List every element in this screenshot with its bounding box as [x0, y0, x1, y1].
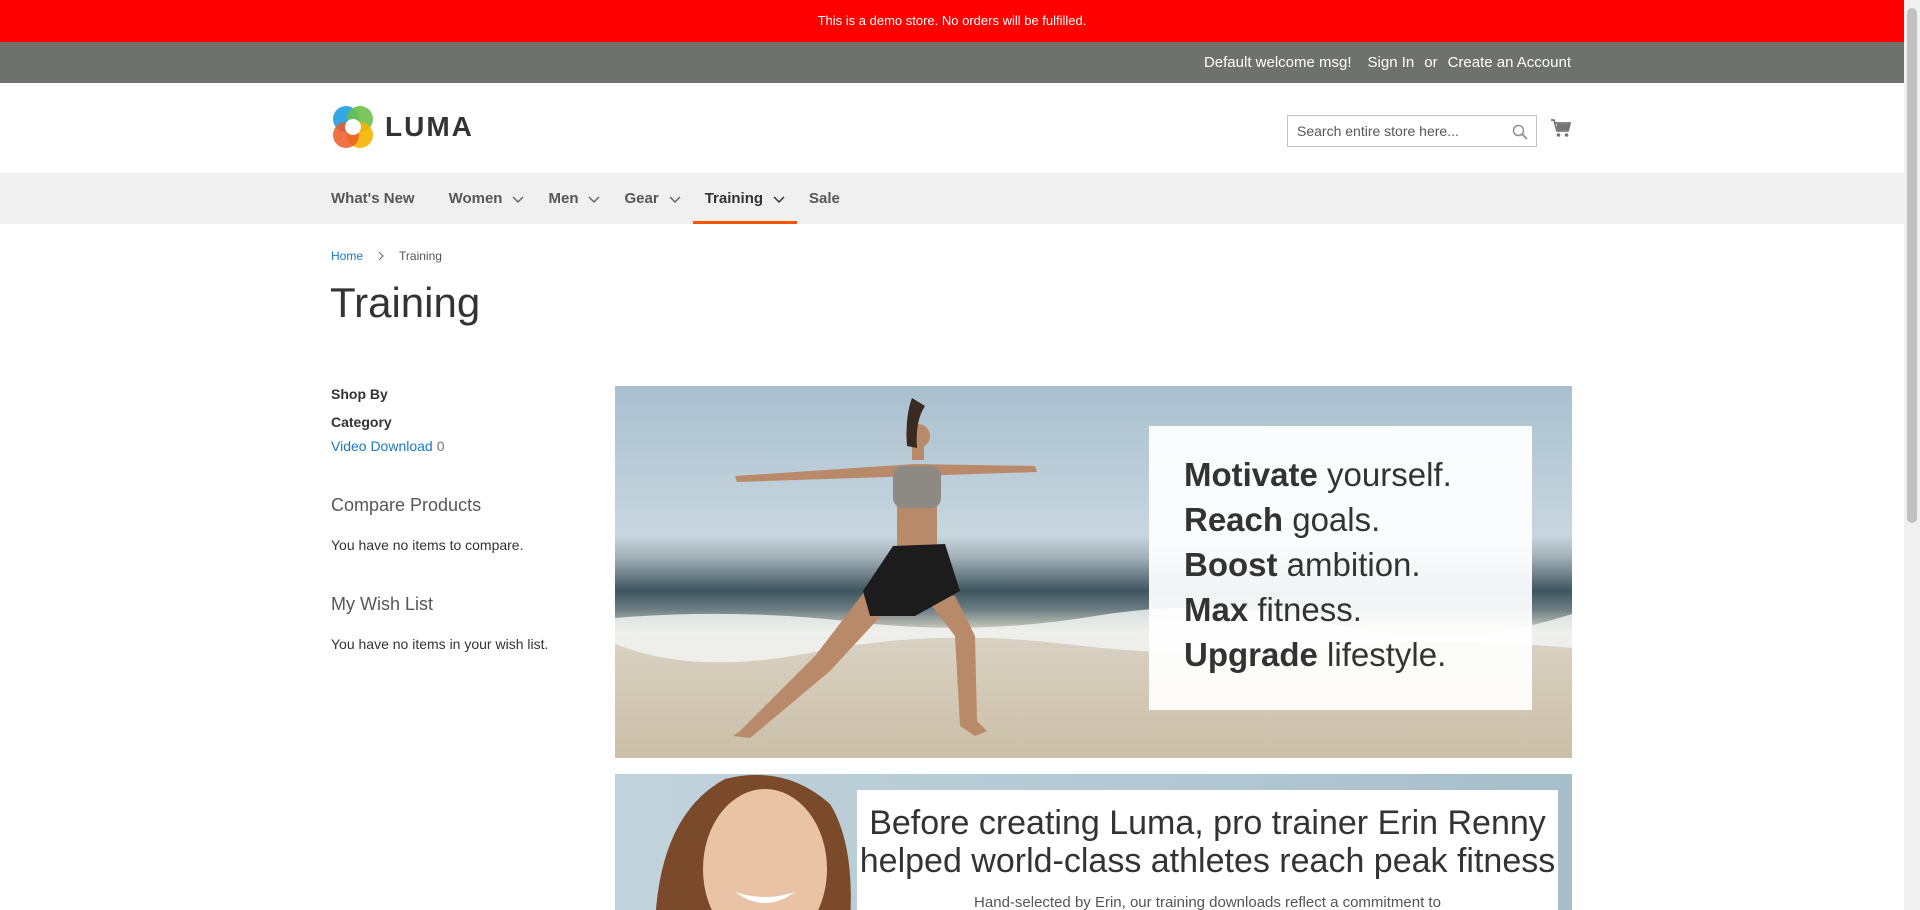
- main-navigation: What's New Women Men Gear Training Sale: [0, 173, 1904, 224]
- site-header: LUMA: [0, 83, 1904, 173]
- create-account-link[interactable]: Create an Account: [1448, 54, 1571, 71]
- chevron-down-icon: [588, 195, 601, 203]
- nav-item-gear[interactable]: Gear: [612, 173, 692, 224]
- compare-products-title: Compare Products: [331, 495, 482, 515]
- nav-item-label: Women: [448, 190, 503, 207]
- chevron-down-icon: [669, 195, 681, 203]
- sidebar: Shop By Category Video Download 0 Compare…: [331, 386, 581, 652]
- scrollbar-thumb[interactable]: [1907, 8, 1917, 523]
- page-scrollbar[interactable]: [1904, 0, 1920, 910]
- page-title: Training: [330, 279, 481, 326]
- nav-item-label: Training: [704, 190, 764, 207]
- breadcrumb-home-link[interactable]: Home: [331, 249, 363, 263]
- promo-text-box: Before creating Luma, pro trainer Erin R…: [857, 790, 1558, 910]
- search-input[interactable]: [1288, 116, 1536, 146]
- shop-by-heading: Shop By: [331, 386, 388, 402]
- filter-item-count: 0: [436, 438, 445, 454]
- welcome-message: Default welcome msg!: [1203, 54, 1352, 71]
- or-separator: or: [1424, 54, 1438, 71]
- cart-icon[interactable]: [1550, 117, 1572, 139]
- promo-headline: Before creating Luma, pro trainer Erin R…: [869, 804, 1546, 842]
- demo-notice-bar: This is a demo store. No orders will be …: [0, 0, 1904, 42]
- demo-notice-text: This is a demo store. No orders will be …: [817, 13, 1087, 28]
- store-logo[interactable]: LUMA: [331, 104, 474, 150]
- luma-logo-icon: [333, 106, 373, 148]
- promo-headline: helped world-class athletes reach peak f…: [859, 842, 1556, 880]
- trainer-promo-banner[interactable]: Before creating Luma, pro trainer Erin R…: [615, 774, 1572, 910]
- hero-line: Boost ambition.: [1184, 546, 1421, 583]
- breadcrumb: Home Training: [331, 249, 442, 263]
- nav-item-label: Sale: [809, 190, 840, 207]
- trainer-portrait-image: [655, 774, 851, 910]
- wishlist-title: My Wish List: [331, 594, 434, 614]
- logo-text: LUMA: [385, 111, 474, 142]
- promo-subtext: Hand-selected by Erin, our training down…: [974, 894, 1441, 910]
- hero-line: Max fitness.: [1184, 591, 1362, 628]
- wishlist-empty: You have no items in your wish list.: [331, 636, 549, 652]
- filter-item-label: Video Download: [331, 438, 433, 454]
- panel-header: Default welcome msg! Sign In or Create a…: [0, 42, 1904, 83]
- compare-products-empty: You have no items to compare.: [331, 537, 524, 553]
- nav-item-label: Men: [548, 190, 579, 207]
- nav-item-men[interactable]: Men: [536, 173, 612, 224]
- nav-item-whats-new[interactable]: What's New: [331, 173, 427, 224]
- chevron-right-icon: [378, 251, 384, 261]
- hero-line: Reach goals.: [1184, 501, 1381, 538]
- search-box: [1287, 115, 1537, 147]
- search-icon[interactable]: [1512, 124, 1528, 140]
- filter-item-video-download[interactable]: Video Download 0: [331, 438, 581, 454]
- hero-banner[interactable]: Motivate yourself. Reach goals. Boost am…: [615, 386, 1572, 758]
- nav-item-label: Gear: [624, 190, 659, 207]
- filter-category-title[interactable]: Category: [331, 414, 581, 430]
- sign-in-link[interactable]: Sign In: [1368, 54, 1415, 71]
- chevron-down-icon: [773, 195, 785, 203]
- header-links: Default welcome msg! Sign In or Create a…: [1194, 42, 1571, 83]
- hero-tagline-box: Motivate yourself. Reach goals. Boost am…: [1149, 426, 1532, 710]
- nav-item-sale[interactable]: Sale: [797, 173, 852, 224]
- chevron-down-icon: [512, 195, 525, 203]
- nav-item-training[interactable]: Training: [692, 173, 798, 224]
- nav-item-label: What's New: [331, 190, 415, 207]
- hero-line: Upgrade lifestyle.: [1184, 636, 1447, 673]
- breadcrumb-current: Training: [399, 249, 442, 263]
- hero-line: Motivate yourself.: [1184, 456, 1452, 493]
- nav-item-women[interactable]: Women: [427, 173, 537, 224]
